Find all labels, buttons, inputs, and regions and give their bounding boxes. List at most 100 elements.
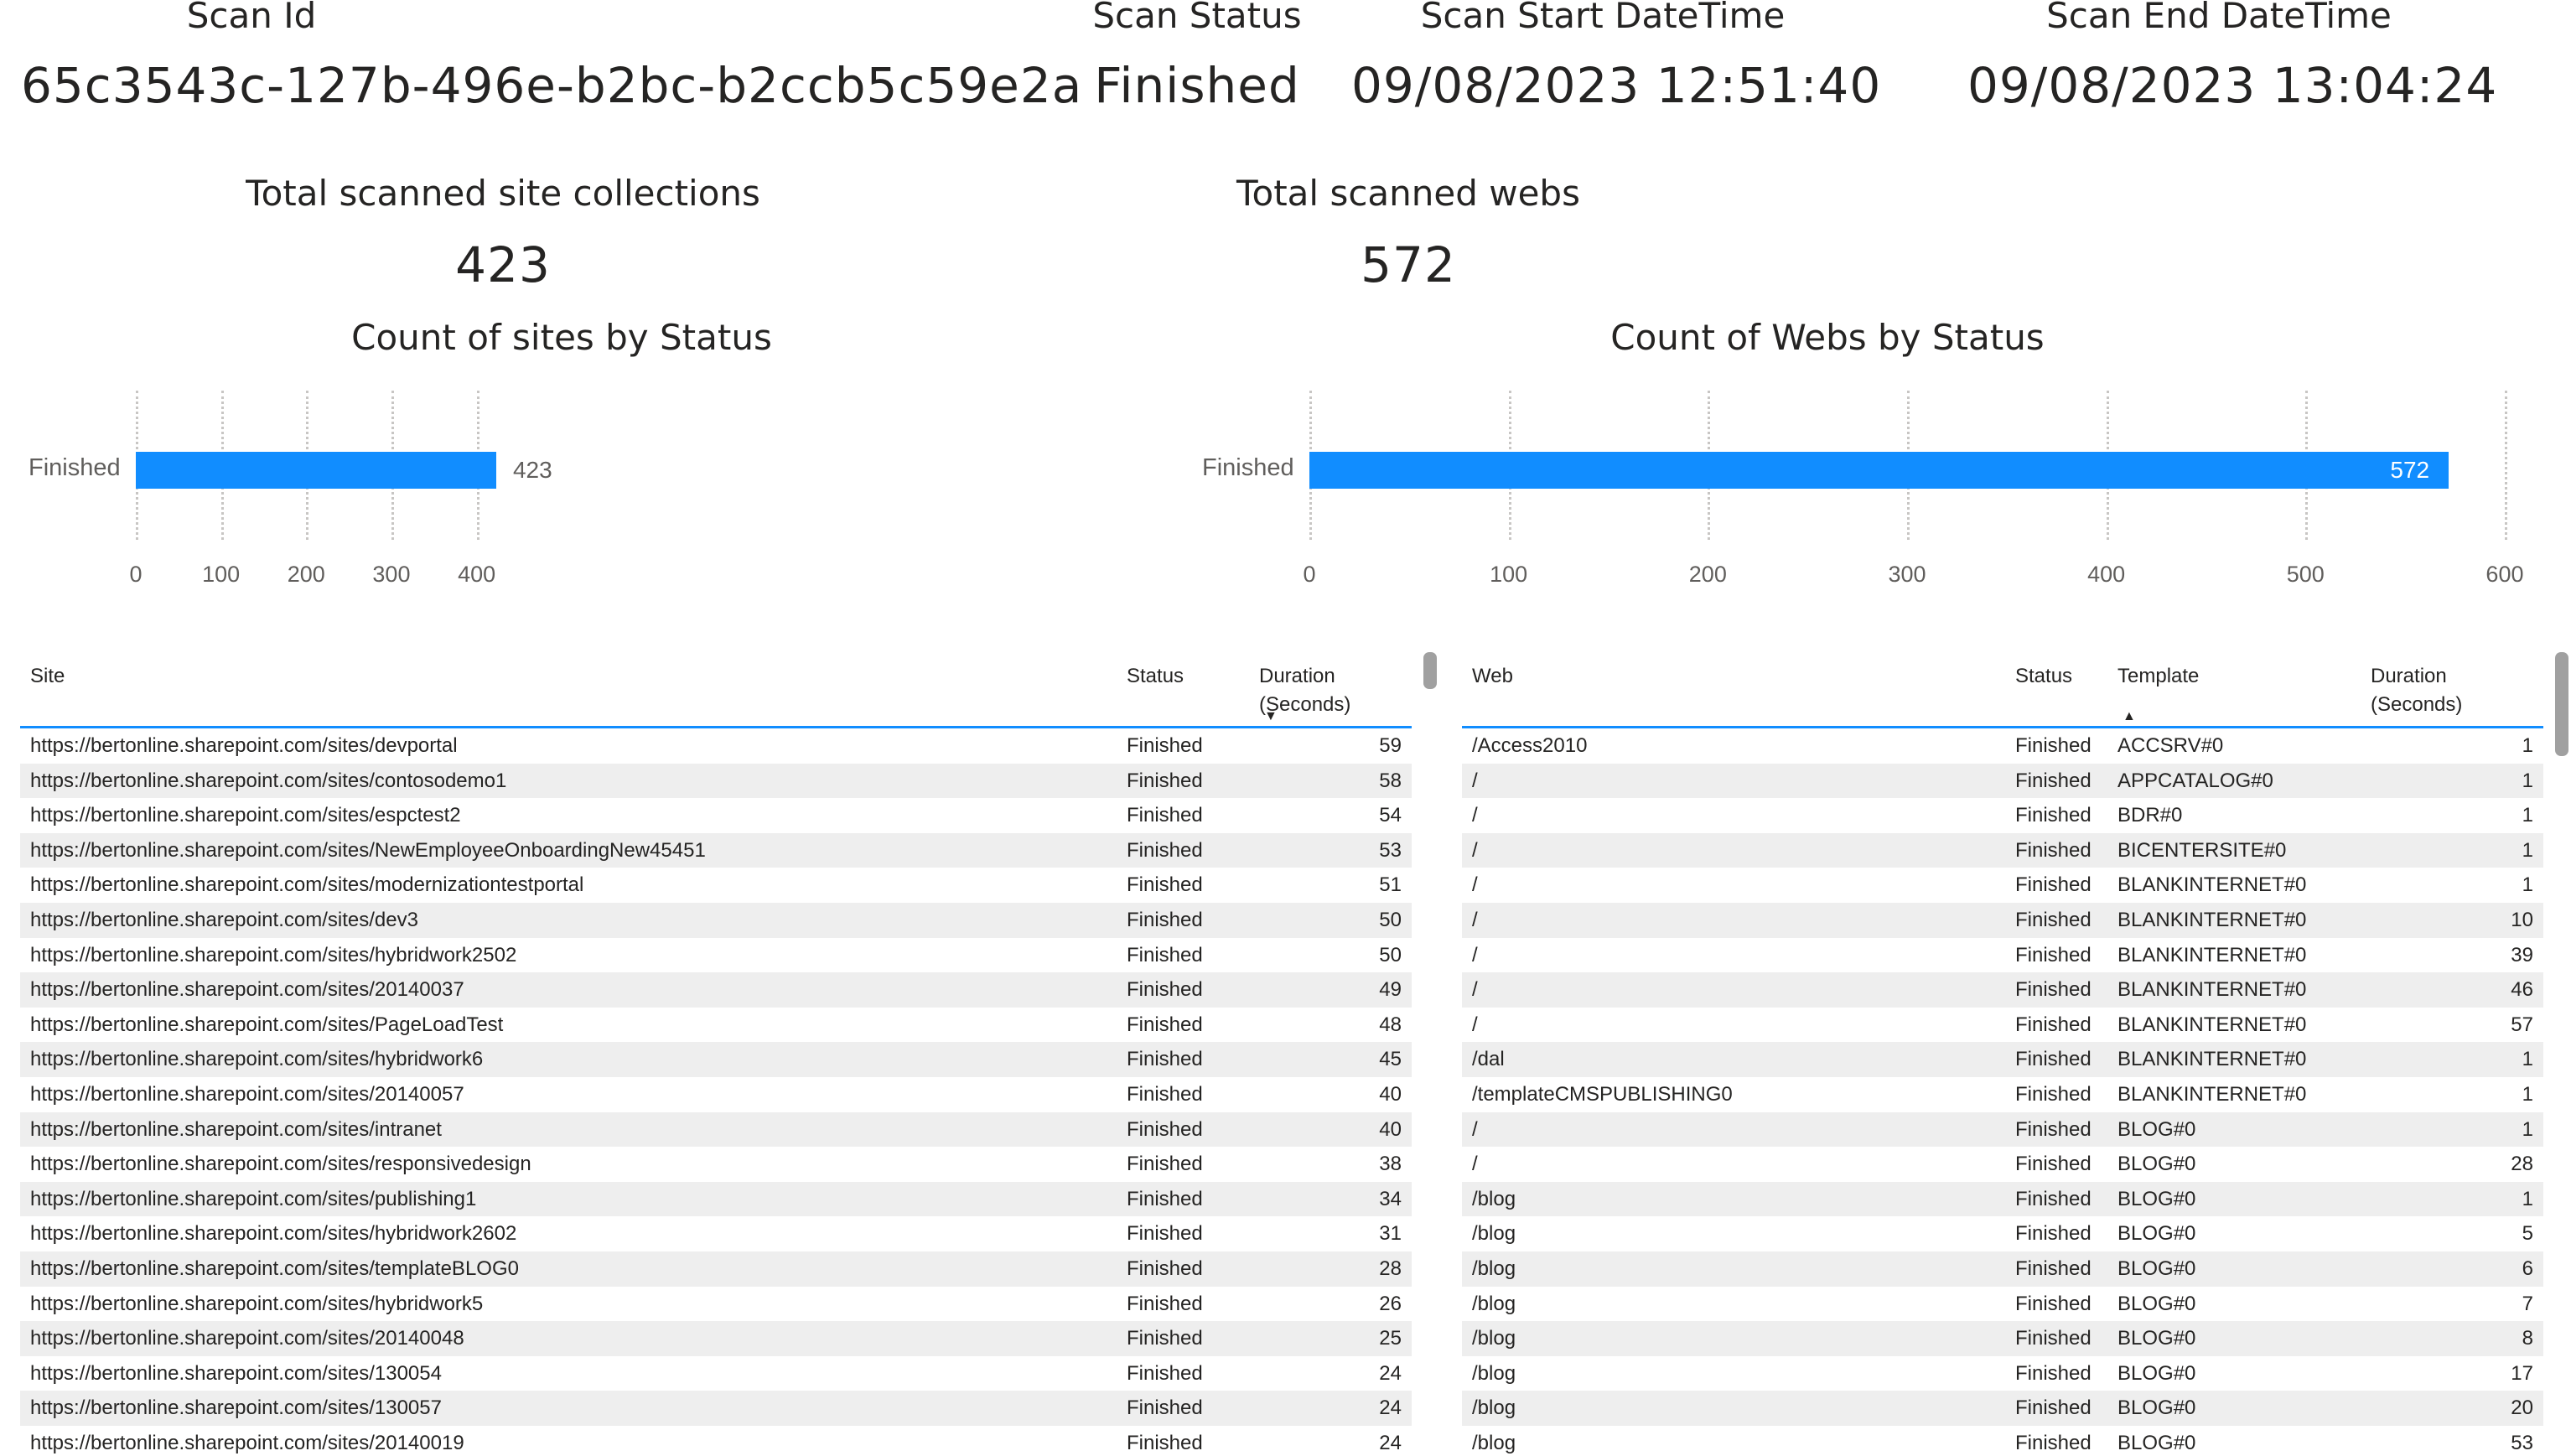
cell-status: Finished xyxy=(1127,1048,1203,1071)
table-row[interactable]: /blog Finished BLOG#0 20 xyxy=(1462,1391,2543,1426)
cell-web: /blog xyxy=(1472,1222,1516,1246)
table-row[interactable]: https://bertonline.sharepoint.com/sites/… xyxy=(20,1321,1412,1356)
cell-status: Finished xyxy=(2015,1153,2092,1176)
table-row[interactable]: https://bertonline.sharepoint.com/sites/… xyxy=(20,1111,1412,1148)
sites-table-scrollbar[interactable] xyxy=(1423,652,1437,689)
table-row[interactable]: https://bertonline.sharepoint.com/sites/… xyxy=(20,1147,1412,1182)
cell-site: https://bertonline.sharepoint.com/sites/… xyxy=(30,1396,442,1420)
cell-duration: 34 xyxy=(1379,1187,1402,1210)
webs-table-scrollbar[interactable] xyxy=(2555,652,2568,756)
table-row[interactable]: https://bertonline.sharepoint.com/sites/… xyxy=(20,1216,1412,1251)
table-row[interactable]: / Finished BLANKINTERNET#0 46 xyxy=(1462,972,2543,1008)
col-header-duration-line1: Duration xyxy=(1259,665,1335,687)
col-header-duration[interactable]: Duration (Seconds) xyxy=(2371,662,2462,719)
table-row[interactable]: https://bertonline.sharepoint.com/sites/… xyxy=(20,1008,1412,1043)
table-row[interactable]: / Finished BDR#0 1 xyxy=(1462,798,2543,833)
table-row[interactable]: https://bertonline.sharepoint.com/sites/… xyxy=(20,868,1412,903)
cell-status: Finished xyxy=(2015,734,2092,757)
col-header-status[interactable]: Status xyxy=(2015,662,2072,691)
table-row[interactable]: https://bertonline.sharepoint.com/sites/… xyxy=(20,1391,1412,1426)
table-row[interactable]: https://bertonline.sharepoint.com/sites/… xyxy=(20,1042,1412,1077)
table-row[interactable]: / Finished BICENTERSITE#0 1 xyxy=(1462,832,2543,868)
table-row[interactable]: https://bertonline.sharepoint.com/sites/… xyxy=(20,832,1412,868)
cell-status: Finished xyxy=(1127,1432,1203,1454)
col-header-web[interactable]: Web xyxy=(1472,662,1513,691)
scan-status-value: Finished xyxy=(1094,57,1300,114)
col-header-template[interactable]: Template xyxy=(2117,662,2199,691)
col-header-site[interactable]: Site xyxy=(30,662,65,691)
cell-site: https://bertonline.sharepoint.com/sites/… xyxy=(30,873,584,897)
table-row[interactable]: https://bertonline.sharepoint.com/sites/… xyxy=(20,1251,1412,1287)
cell-template: BLOG#0 xyxy=(2117,1396,2196,1420)
cell-duration: 1 xyxy=(2522,1048,2533,1071)
cell-web: / xyxy=(1472,1153,1478,1176)
table-row[interactable]: / Finished BLOG#0 28 xyxy=(1462,1147,2543,1182)
bar[interactable] xyxy=(1309,452,2449,489)
table-row[interactable]: https://bertonline.sharepoint.com/sites/… xyxy=(20,938,1412,973)
table-row[interactable]: /templateCMSPUBLISHING0 Finished BLANKINTE… xyxy=(1462,1077,2543,1112)
total-sites-label: Total scanned site collections xyxy=(246,173,760,214)
cell-duration: 10 xyxy=(2511,909,2533,931)
table-row[interactable]: https://bertonline.sharepoint.com/sites/… xyxy=(20,1356,1412,1391)
cell-duration: 31 xyxy=(1379,1222,1402,1246)
table-row[interactable]: https://bertonline.sharepoint.com/sites/… xyxy=(20,903,1412,938)
cell-status: Finished xyxy=(2015,1222,2092,1246)
table-row[interactable]: /blog Finished BLOG#0 6 xyxy=(1462,1251,2543,1287)
table-row[interactable]: /dal Finished BLANKINTERNET#0 1 xyxy=(1462,1042,2543,1077)
cell-template: BLOG#0 xyxy=(2117,1432,2196,1454)
cell-status: Finished xyxy=(2015,1257,2092,1280)
table-row[interactable]: https://bertonline.sharepoint.com/sites/… xyxy=(20,1287,1412,1322)
sort-descending-icon[interactable]: ▼ xyxy=(1264,709,1278,724)
sort-ascending-icon[interactable]: ▲ xyxy=(2123,709,2136,724)
data-label: 423 xyxy=(512,457,552,483)
webs-chart-title: Count of Webs by Status xyxy=(1610,317,2045,358)
table-row[interactable]: / Finished BLANKINTERNET#0 39 xyxy=(1462,938,2543,973)
cell-status: Finished xyxy=(1127,1117,1203,1141)
table-row[interactable]: / Finished BLOG#0 1 xyxy=(1462,1111,2543,1148)
cell-template: BDR#0 xyxy=(2117,804,2183,827)
table-row[interactable]: / Finished BLANKINTERNET#0 57 xyxy=(1462,1008,2543,1043)
table-row[interactable]: / Finished APPCATALOG#0 1 xyxy=(1462,763,2543,799)
table-row[interactable]: /blog Finished BLOG#0 1 xyxy=(1462,1181,2543,1217)
table-row[interactable]: /blog Finished BLOG#0 17 xyxy=(1462,1356,2543,1391)
cell-site: https://bertonline.sharepoint.com/sites/… xyxy=(30,1432,464,1454)
cell-web: / xyxy=(1472,838,1478,862)
cell-template: BLOG#0 xyxy=(2117,1327,2196,1350)
table-row[interactable]: /blog Finished BLOG#0 7 xyxy=(1462,1287,2543,1322)
table-row[interactable]: / Finished BLANKINTERNET#0 1 xyxy=(1462,868,2543,903)
cell-web: / xyxy=(1472,909,1478,931)
cell-site: https://bertonline.sharepoint.com/sites/… xyxy=(30,1361,442,1385)
table-row[interactable]: https://bertonline.sharepoint.com/sites/… xyxy=(20,763,1412,799)
table-row[interactable]: /blog Finished BLOG#0 53 xyxy=(1462,1426,2543,1456)
table-row[interactable]: https://bertonline.sharepoint.com/sites/… xyxy=(20,798,1412,833)
cell-web: / xyxy=(1472,943,1478,966)
webs-table-body: /Access2010 Finished ACCSRV#0 1 / Finished APP… xyxy=(1462,728,2543,1456)
table-row[interactable]: /blog Finished BLOG#0 5 xyxy=(1462,1216,2543,1251)
cell-site: https://bertonline.sharepoint.com/sites/… xyxy=(30,838,706,862)
cell-status: Finished xyxy=(2015,1187,2092,1210)
cell-duration: 5 xyxy=(2522,1222,2533,1246)
cell-status: Finished xyxy=(1127,838,1203,862)
table-row[interactable]: https://bertonline.sharepoint.com/sites/… xyxy=(20,1181,1412,1217)
cell-template: APPCATALOG#0 xyxy=(2117,769,2273,792)
table-row[interactable]: /Access2010 Finished ACCSRV#0 1 xyxy=(1462,728,2543,764)
cell-template: BLANKINTERNET#0 xyxy=(2117,943,2307,966)
col-header-status[interactable]: Status xyxy=(1127,662,1184,691)
table-row[interactable]: https://bertonline.sharepoint.com/sites/… xyxy=(20,1426,1412,1456)
cell-site: https://bertonline.sharepoint.com/sites/… xyxy=(30,943,517,966)
table-row[interactable]: https://bertonline.sharepoint.com/sites/… xyxy=(20,1077,1412,1112)
table-row[interactable]: https://bertonline.sharepoint.com/sites/… xyxy=(20,728,1412,764)
cell-duration: 53 xyxy=(1379,838,1402,862)
cell-status: Finished xyxy=(2015,1013,2092,1036)
cell-status: Finished xyxy=(1127,1257,1203,1280)
cell-duration: 25 xyxy=(1379,1327,1402,1350)
table-row[interactable]: / Finished BLANKINTERNET#0 10 xyxy=(1462,903,2543,938)
table-row[interactable]: /blog Finished BLOG#0 8 xyxy=(1462,1321,2543,1356)
cell-web: /blog xyxy=(1472,1327,1516,1350)
table-row[interactable]: https://bertonline.sharepoint.com/sites/… xyxy=(20,972,1412,1008)
cell-status: Finished xyxy=(1127,1292,1203,1315)
scan-id-value: 65c3543c-127b-496e-b2bc-b2ccb5c59e2a xyxy=(21,57,1083,114)
cell-web: / xyxy=(1472,978,1478,1002)
bar[interactable] xyxy=(136,452,496,489)
cell-duration: 26 xyxy=(1379,1292,1402,1315)
